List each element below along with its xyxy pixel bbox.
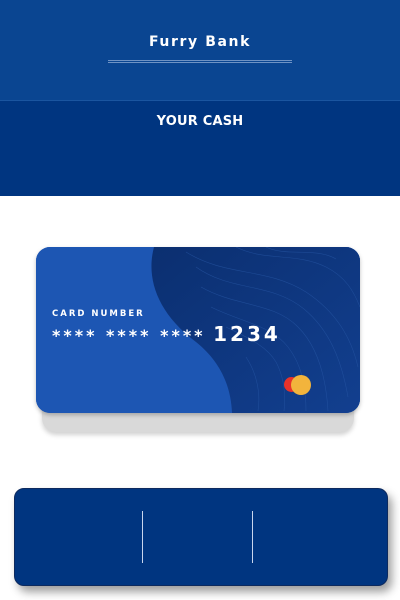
bank-card[interactable]: CARD NUMBER **** **** **** 1234 xyxy=(36,247,360,413)
header-top-bar: Furry Bank xyxy=(0,0,400,101)
summary-panel xyxy=(14,488,388,586)
title-underline xyxy=(108,60,292,63)
panel-divider xyxy=(252,511,253,563)
panel-divider xyxy=(142,511,143,563)
card-number-last-four: 1234 xyxy=(213,322,281,346)
mastercard-logo-icon xyxy=(284,375,316,397)
logo-yellow-circle xyxy=(291,375,311,395)
header: Furry Bank YOUR CASH xyxy=(0,0,400,196)
card-number-masked: **** **** **** xyxy=(52,326,206,345)
section-title: YOUR CASH xyxy=(156,114,244,129)
card-number: **** **** **** 1234 xyxy=(52,322,281,346)
card-number-label: CARD NUMBER xyxy=(52,309,145,319)
app-screen: Furry Bank YOUR CASH CARD NUMBER **** **… xyxy=(0,0,400,600)
app-title: Furry Bank xyxy=(148,34,252,50)
